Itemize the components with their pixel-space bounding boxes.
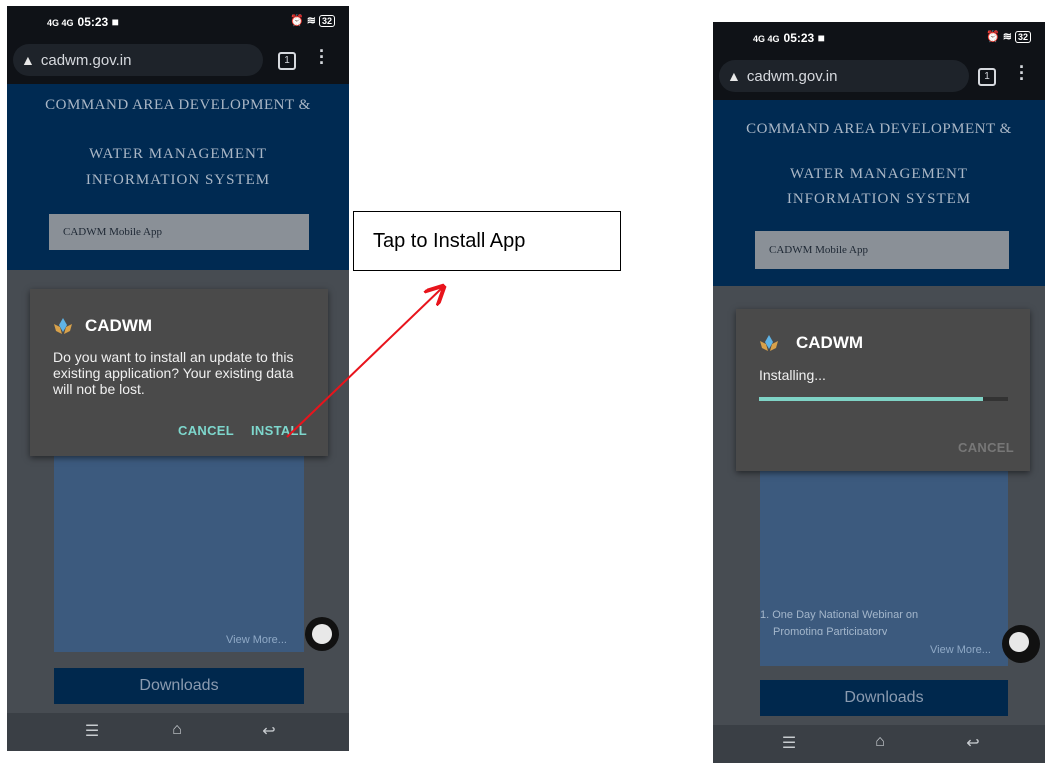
assistive-touch-button[interactable] [1002,625,1040,663]
downloads-button[interactable]: Downloads [760,680,1008,716]
install-progress-bar [759,397,1008,401]
site-title-line2: WATER MANAGEMENT [789,166,969,182]
url-text: cadwm.gov.in [746,68,838,85]
install-progress-fill [759,397,984,401]
arrow-line [286,288,442,438]
signal-icon: 4G 4G [753,34,780,44]
mobile-app-link[interactable]: CADWM Mobile App [755,231,1009,269]
menu-icon[interactable]: ☰ [779,733,799,753]
site-title-line1: COMMAND AREA DEVELOPMENT & [746,121,1012,137]
url-field[interactable]: ▲ cadwm.gov.in [719,60,969,92]
android-nav-bar: ☰ ⌂ ↩ [713,725,1045,763]
alarm-icon: ⏰ [986,31,1000,43]
overflow-menu-icon[interactable]: · · · [1019,58,1025,88]
browser-toolbar: ▲ cadwm.gov.in 1 · · · [713,54,1045,100]
home-icon[interactable]: ⌂ [870,733,890,751]
video-icon: ■ [817,31,825,45]
warning-icon: ▲ [727,68,741,84]
status-bar: 4G 4G 05:23 ■ ⏰ ≋ 32 [713,22,1045,54]
news-item-1[interactable]: 1. One Day National Webinar on [760,609,918,621]
site-header: COMMAND AREA DEVELOPMENT & WATER MANAGEM… [713,100,1045,286]
right-phone-screenshot: 4G 4G 05:23 ■ ⏰ ≋ 32 ▲ cadwm.gov.in 1 · · · C… [713,22,1045,763]
wifi-icon: ≋ [1002,31,1012,43]
status-time: 05:23 [783,31,815,45]
install-progress-dialog: CADWM Installing... CANCEL [736,309,1030,471]
site-title-line3: INFORMATION SYSTEM [786,191,972,207]
dialog-title: CADWM [796,333,864,352]
tab-switcher-button[interactable]: 1 [978,68,996,86]
install-status: Installing... [759,367,826,383]
battery-indicator: 32 [1014,31,1031,43]
cadwm-app-icon [760,335,778,351]
back-icon[interactable]: ↩ [963,733,983,753]
news-item-1-cut: Promoting Participatory [773,626,888,635]
view-more-link[interactable]: View More... [930,644,991,656]
news-panel: 1. One Day National Webinar on Promoting… [760,466,1008,666]
cancel-button[interactable]: CANCEL [958,440,1014,455]
